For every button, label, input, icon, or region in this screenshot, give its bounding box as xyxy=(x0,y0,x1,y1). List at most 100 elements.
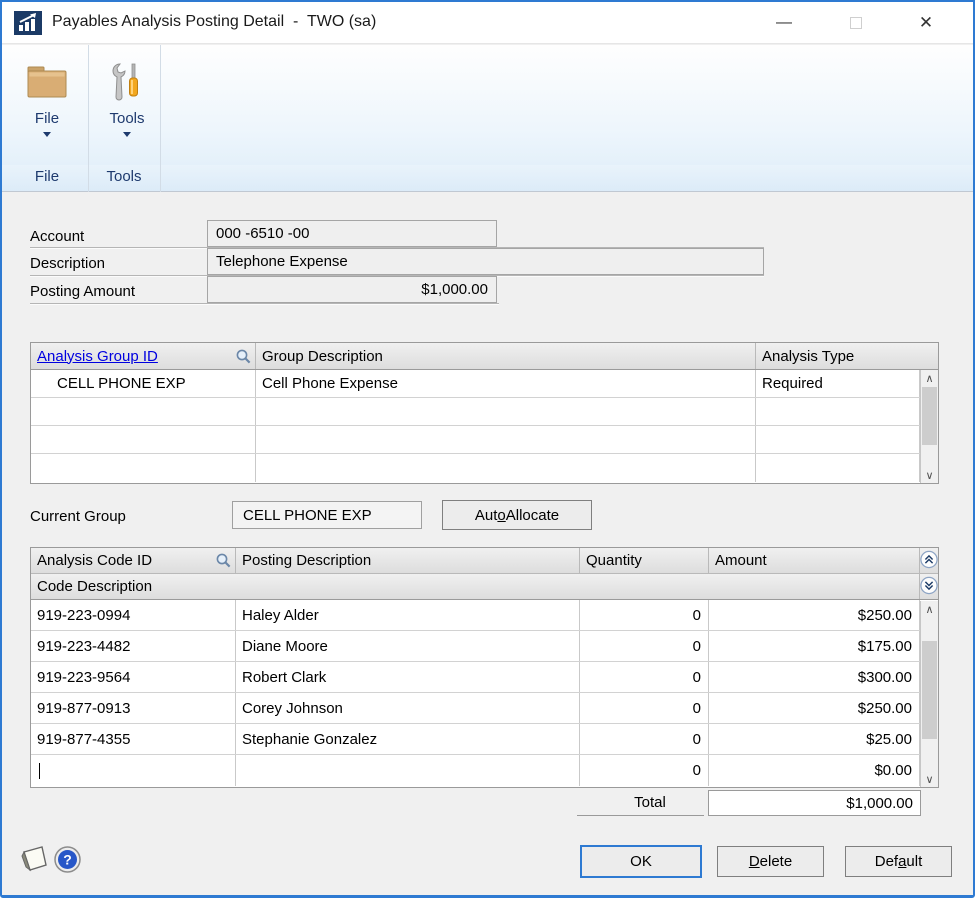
tools-menu-button[interactable]: Tools xyxy=(92,48,162,162)
quantity-cell[interactable]: 0 xyxy=(580,600,709,630)
expand-rows-button[interactable] xyxy=(920,574,938,599)
posting-description-cell[interactable]: Robert Clark xyxy=(236,662,580,692)
posting-description-cell[interactable]: Stephanie Gonzalez xyxy=(236,724,580,754)
delete-label-post: elete xyxy=(760,853,793,870)
code-id-cell[interactable]: 919-223-9564 xyxy=(31,662,236,692)
auto-allocate-label-pre: Aut xyxy=(475,507,498,524)
amount-cell[interactable]: $250.00 xyxy=(709,693,920,723)
code-id-cell[interactable]: 919-877-0913 xyxy=(31,693,236,723)
quantity-cell[interactable]: 0 xyxy=(580,724,709,754)
scroll-down-icon[interactable]: ∨ xyxy=(921,467,938,483)
amount-cell[interactable]: $25.00 xyxy=(709,724,920,754)
app-chart-icon xyxy=(14,11,42,35)
total-label: Total xyxy=(602,794,698,811)
quantity-header: Quantity xyxy=(580,548,709,573)
code-id-cell[interactable]: 919-223-0994 xyxy=(31,600,236,630)
analysis-type-cell[interactable]: Required xyxy=(756,370,920,397)
posting-description-header: Posting Description xyxy=(236,548,580,573)
maximize-icon xyxy=(850,17,862,29)
group-description-cell[interactable] xyxy=(256,454,756,482)
tools-group-label: Tools xyxy=(92,168,156,185)
folder-icon xyxy=(24,56,70,106)
title-bar: Payables Analysis Posting Detail - TWO (… xyxy=(2,2,973,44)
amount-cell[interactable]: $300.00 xyxy=(709,662,920,692)
code-id-cell[interactable]: 919-877-4355 xyxy=(31,724,236,754)
analysis-code-id-header[interactable]: Analysis Code ID xyxy=(31,548,236,573)
default-button[interactable]: Default xyxy=(845,846,952,877)
help-button[interactable]: ? xyxy=(54,846,81,878)
scroll-up-icon[interactable]: ∧ xyxy=(921,601,938,617)
group-description-cell[interactable] xyxy=(256,426,756,453)
analysis-type-cell[interactable] xyxy=(756,398,920,425)
group-id-cell[interactable] xyxy=(31,454,256,482)
window-title: Payables Analysis Posting Detail - TWO (… xyxy=(52,13,376,31)
auto-allocate-button[interactable]: Auto Allocate xyxy=(442,500,592,530)
minimize-icon: — xyxy=(776,14,792,32)
posting-description-cell[interactable]: Haley Alder xyxy=(236,600,580,630)
group-id-cell[interactable]: CELL PHONE EXP xyxy=(31,370,256,397)
posting-description-cell[interactable]: Corey Johnson xyxy=(236,693,580,723)
divider xyxy=(30,303,499,304)
help-icon: ? xyxy=(54,846,81,873)
code-table-scrollbar[interactable]: ∧ ∨ xyxy=(920,601,938,787)
group-id-cell[interactable] xyxy=(31,398,256,425)
quantity-cell[interactable]: 0 xyxy=(580,662,709,692)
tools-button-label: Tools xyxy=(109,110,144,127)
group-id-cell[interactable] xyxy=(31,426,256,453)
posting-amount-field[interactable]: $1,000.00 xyxy=(207,276,497,303)
code-id-cell-active[interactable] xyxy=(31,755,236,786)
auto-allocate-label-post: Allocate xyxy=(506,507,559,524)
amount-header: Amount xyxy=(709,548,920,573)
quantity-cell[interactable]: 0 xyxy=(580,755,709,786)
ribbon-separator xyxy=(88,45,89,192)
group-description-cell[interactable]: Cell Phone Expense xyxy=(256,370,756,397)
scroll-up-icon[interactable]: ∧ xyxy=(921,370,938,386)
analysis-group-table: Analysis Group ID Group Description Anal… xyxy=(30,342,939,484)
collapse-rows-button[interactable] xyxy=(920,548,938,573)
analysis-type-cell[interactable] xyxy=(756,426,920,453)
chevron-down-icon xyxy=(123,132,131,137)
group-description-cell[interactable] xyxy=(256,398,756,425)
lookup-icon[interactable] xyxy=(235,348,252,365)
note-icon xyxy=(18,843,50,875)
account-field[interactable]: 000 -6510 -00 xyxy=(207,220,497,247)
scrollbar-thumb[interactable] xyxy=(922,641,937,739)
current-group-field[interactable]: CELL PHONE EXP xyxy=(232,501,422,529)
double-chevron-up-icon xyxy=(920,550,938,569)
code-id-cell[interactable]: 919-223-4482 xyxy=(31,631,236,661)
analysis-group-id-header[interactable]: Analysis Group ID xyxy=(31,343,256,369)
delete-accesskey: D xyxy=(749,853,760,870)
double-chevron-down-icon xyxy=(920,576,938,595)
file-menu-button[interactable]: File xyxy=(12,48,82,162)
description-field[interactable]: Telephone Expense xyxy=(207,248,764,275)
posting-description-cell[interactable]: Diane Moore xyxy=(236,631,580,661)
quantity-cell[interactable]: 0 xyxy=(580,631,709,661)
code-description-header: Code Description xyxy=(31,574,920,599)
amount-cell[interactable]: $250.00 xyxy=(709,600,920,630)
analysis-type-cell[interactable] xyxy=(756,454,920,482)
analysis-group-id-link[interactable]: Analysis Group ID xyxy=(37,348,158,365)
svg-text:?: ? xyxy=(63,852,72,868)
scrollbar-thumb[interactable] xyxy=(922,387,937,445)
posting-description-cell[interactable] xyxy=(236,755,580,786)
minimize-button[interactable]: — xyxy=(762,2,806,44)
lookup-icon[interactable] xyxy=(215,552,232,569)
group-description-header: Group Description xyxy=(256,343,756,369)
app-window: Payables Analysis Posting Detail - TWO (… xyxy=(0,0,975,898)
close-button[interactable]: ✕ xyxy=(904,2,948,44)
amount-cell[interactable]: $0.00 xyxy=(709,755,920,786)
close-icon: ✕ xyxy=(919,13,933,33)
maximize-button[interactable] xyxy=(834,2,878,44)
group-table-scrollbar[interactable]: ∧ ∨ xyxy=(920,370,938,483)
quantity-cell[interactable]: 0 xyxy=(580,693,709,723)
amount-cell[interactable]: $175.00 xyxy=(709,631,920,661)
scroll-down-icon[interactable]: ∨ xyxy=(921,771,938,787)
text-caret xyxy=(39,763,40,779)
account-label: Account xyxy=(30,228,84,245)
analysis-code-table: Analysis Code ID Posting Description Qua… xyxy=(30,547,939,788)
divider xyxy=(577,815,704,816)
ok-button[interactable]: OK xyxy=(580,845,702,878)
note-button[interactable] xyxy=(18,843,50,880)
default-accesskey: a xyxy=(898,853,906,870)
delete-button[interactable]: Delete xyxy=(717,846,824,877)
